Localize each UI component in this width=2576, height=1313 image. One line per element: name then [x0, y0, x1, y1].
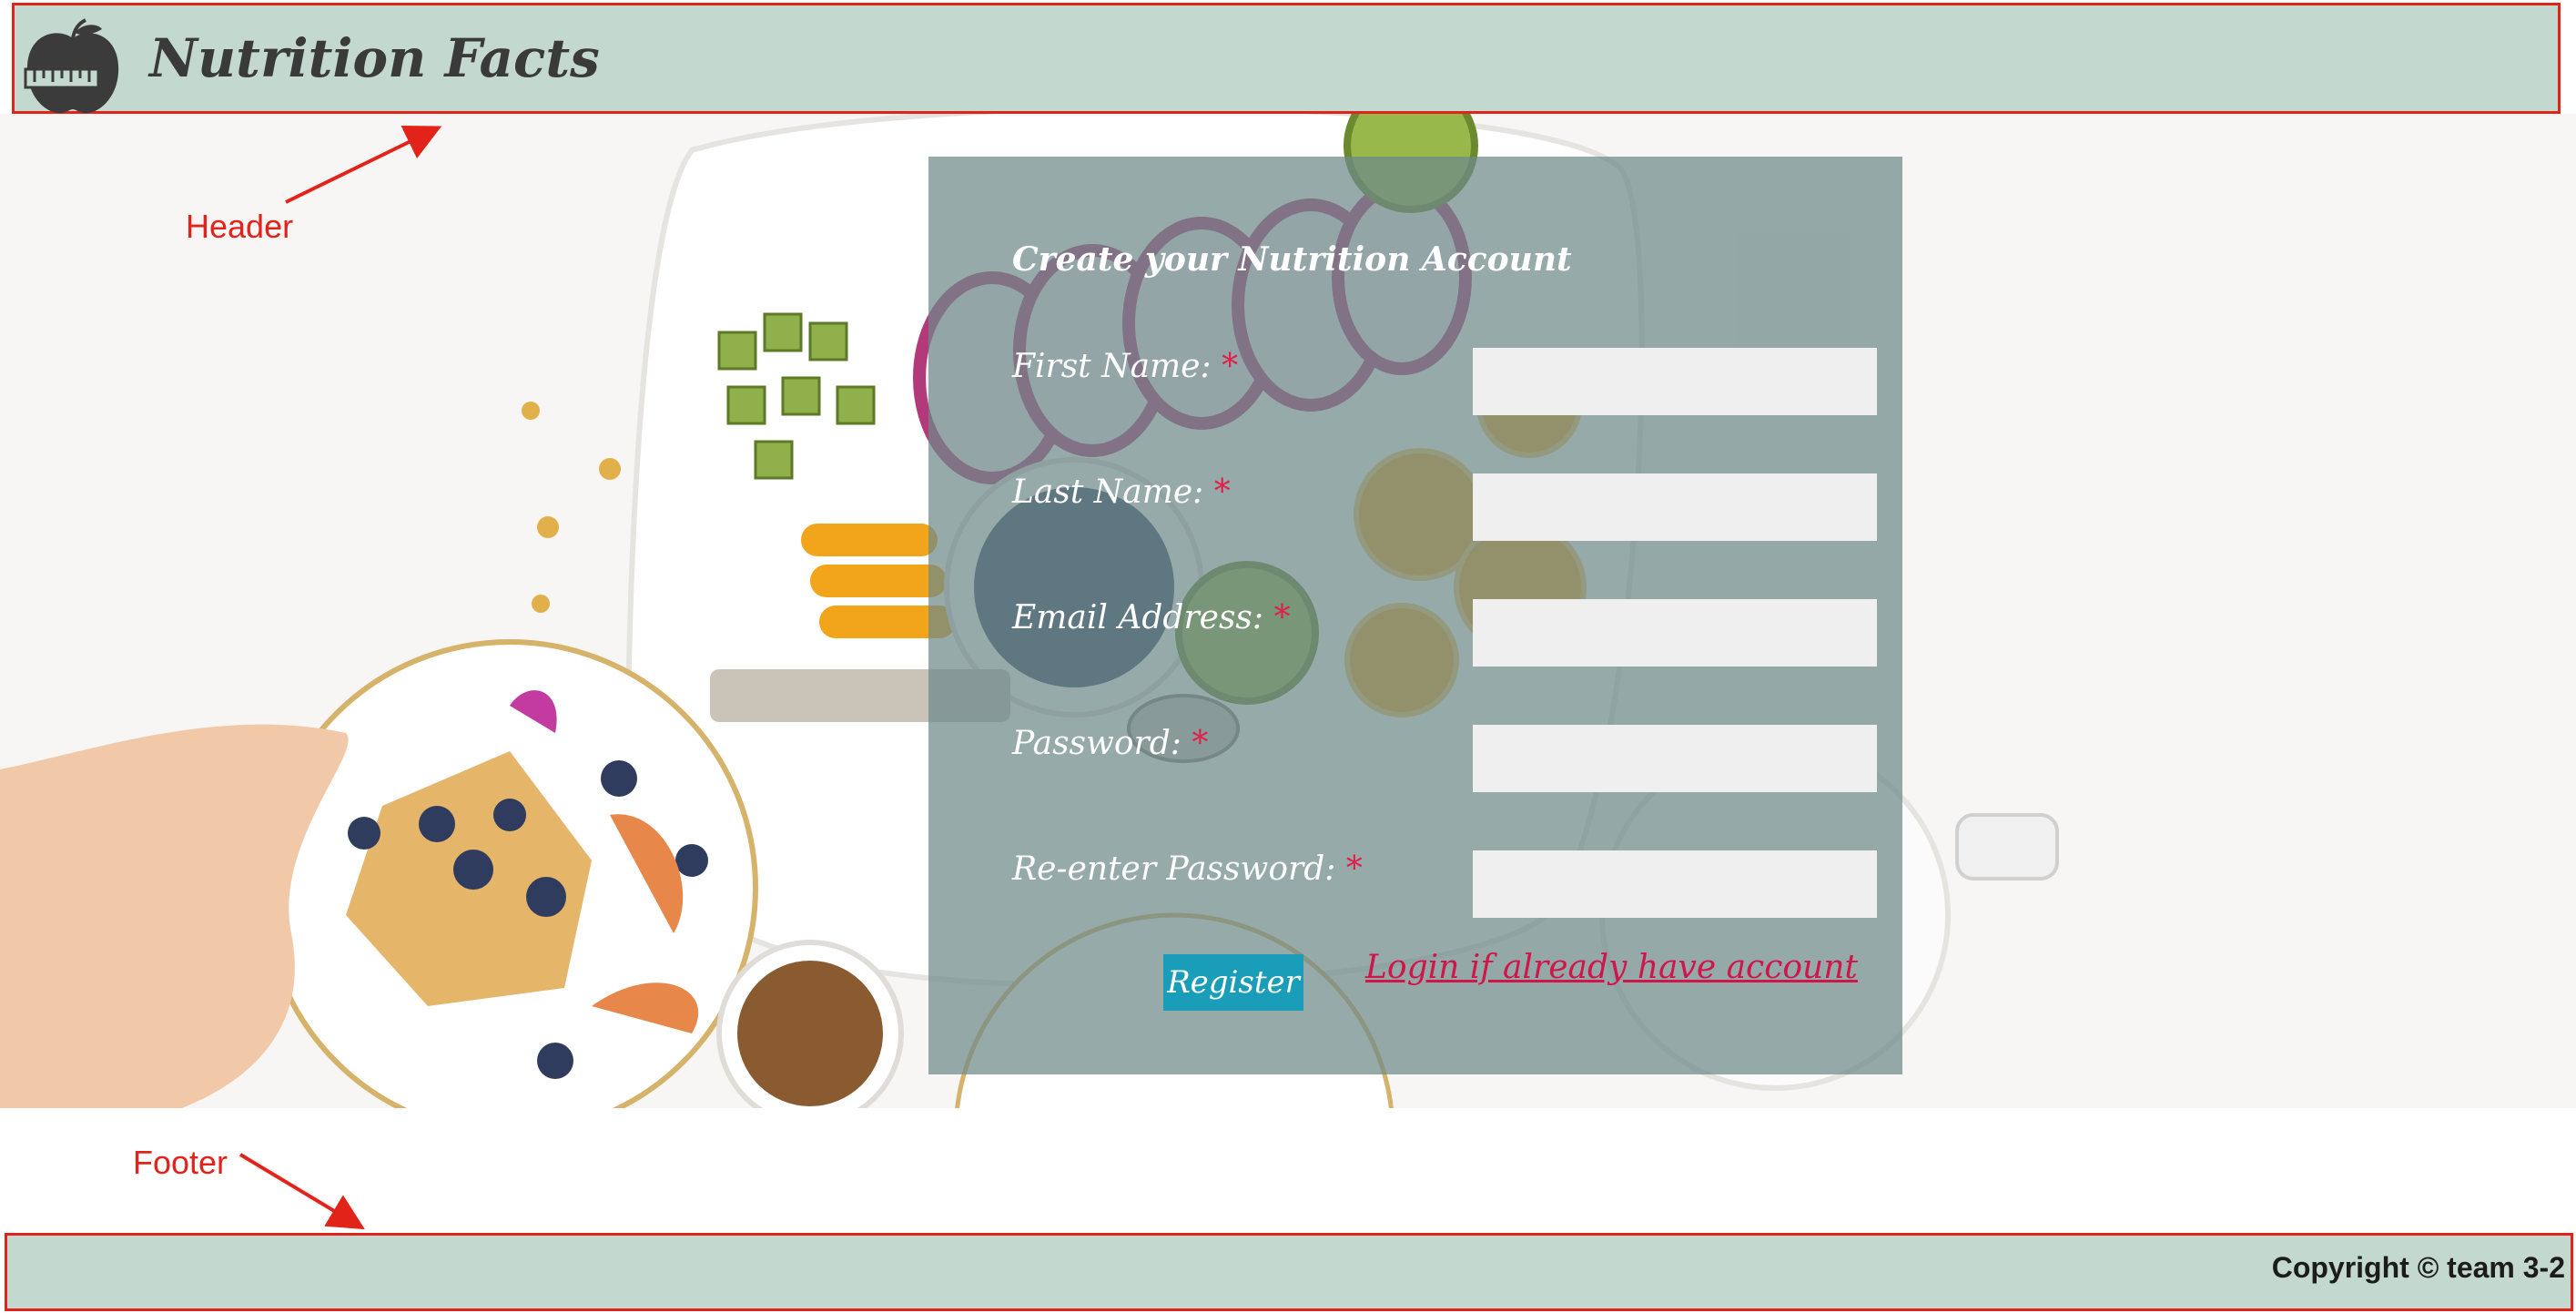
required-marker: *	[1213, 473, 1231, 511]
required-marker: *	[1222, 348, 1239, 385]
required-marker: *	[1192, 725, 1209, 762]
footer-annotation: Footer	[133, 1144, 228, 1181]
first-name-label-text: First Name:	[1012, 348, 1212, 385]
footer-bar: Copyright © team 3-2	[5, 1233, 2573, 1311]
email-input[interactable]	[1473, 599, 1877, 667]
password-label-text: Password:	[1012, 725, 1182, 762]
site-title: Nutrition Facts	[149, 27, 600, 89]
reenter-password-label-text: Re-enter Password:	[1012, 850, 1336, 888]
registration-form: Create your Nutrition Account First Name…	[928, 157, 1902, 1074]
password-input[interactable]	[1473, 725, 1877, 792]
register-button[interactable]: Register	[1163, 954, 1303, 1011]
reenter-password-input[interactable]	[1473, 850, 1877, 918]
password-label: Password: *	[1012, 725, 1208, 762]
header-annotation: Header	[186, 208, 294, 245]
footer-arrow	[238, 1153, 365, 1230]
email-label: Email Address: *	[1012, 599, 1290, 636]
last-name-label: Last Name: *	[1012, 473, 1231, 511]
first-name-label: First Name: *	[1012, 348, 1238, 385]
last-name-label-text: Last Name:	[1012, 473, 1204, 511]
header-bar: Nutrition Facts	[12, 3, 2561, 114]
login-link[interactable]: Login if already have account	[1365, 949, 1858, 986]
last-name-input[interactable]	[1473, 473, 1877, 541]
reenter-password-label: Re-enter Password: *	[1012, 850, 1363, 888]
apple-scale-icon	[24, 18, 119, 114]
required-marker: *	[1273, 599, 1291, 636]
first-name-input[interactable]	[1473, 348, 1877, 415]
required-marker: *	[1345, 850, 1363, 888]
form-title: Create your Nutrition Account	[1012, 240, 1572, 279]
page: Nutrition Facts Create your Nutrition Ac…	[0, 0, 2576, 1313]
email-label-text: Email Address:	[1012, 599, 1264, 636]
copyright-text: Copyright © team 3-2	[2271, 1251, 2565, 1284]
